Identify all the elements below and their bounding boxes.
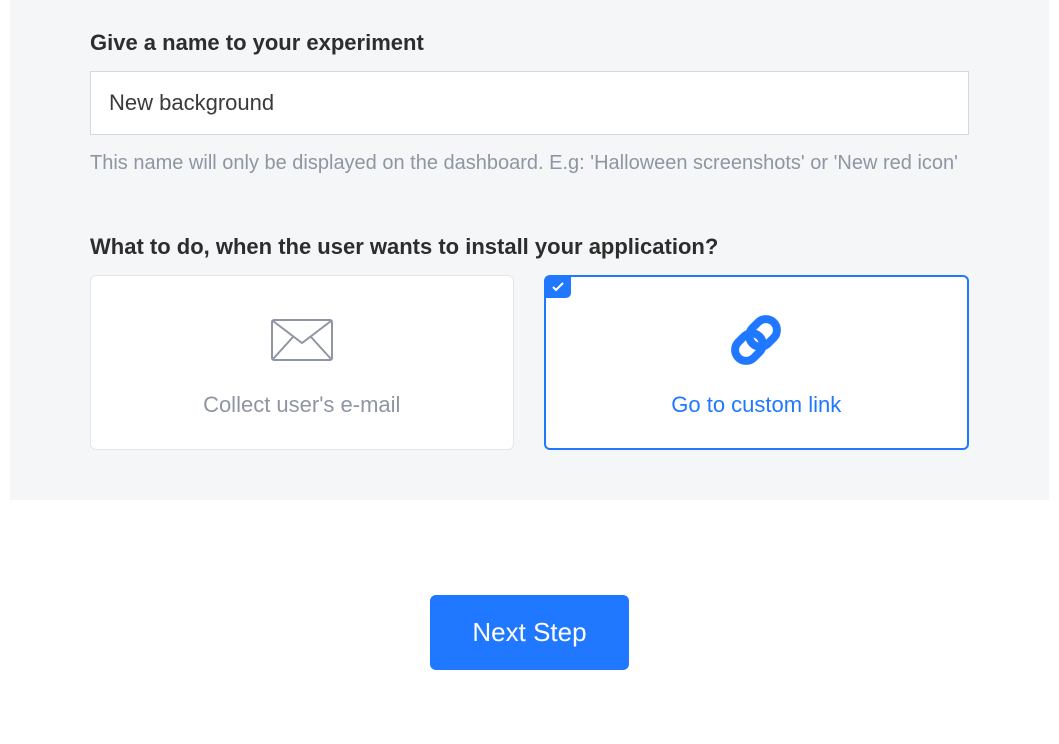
experiment-name-label: Give a name to your experiment xyxy=(90,30,969,56)
option-collect-email[interactable]: Collect user's e-mail xyxy=(90,275,514,450)
link-icon xyxy=(721,312,791,367)
install-options: Collect user's e-mail Go to custom link xyxy=(90,275,969,450)
option-custom-link-label: Go to custom link xyxy=(671,392,841,418)
check-icon xyxy=(545,276,571,298)
footer: Next Step xyxy=(0,500,1059,670)
envelope-icon xyxy=(267,312,337,367)
option-custom-link[interactable]: Go to custom link xyxy=(544,275,970,450)
next-step-button[interactable]: Next Step xyxy=(430,595,628,670)
experiment-name-input[interactable] xyxy=(90,71,969,135)
option-collect-email-label: Collect user's e-mail xyxy=(203,392,400,418)
experiment-name-help: This name will only be displayed on the … xyxy=(90,147,969,179)
install-action-label: What to do, when the user wants to insta… xyxy=(90,234,969,260)
form-panel: Give a name to your experiment This name… xyxy=(10,0,1049,500)
